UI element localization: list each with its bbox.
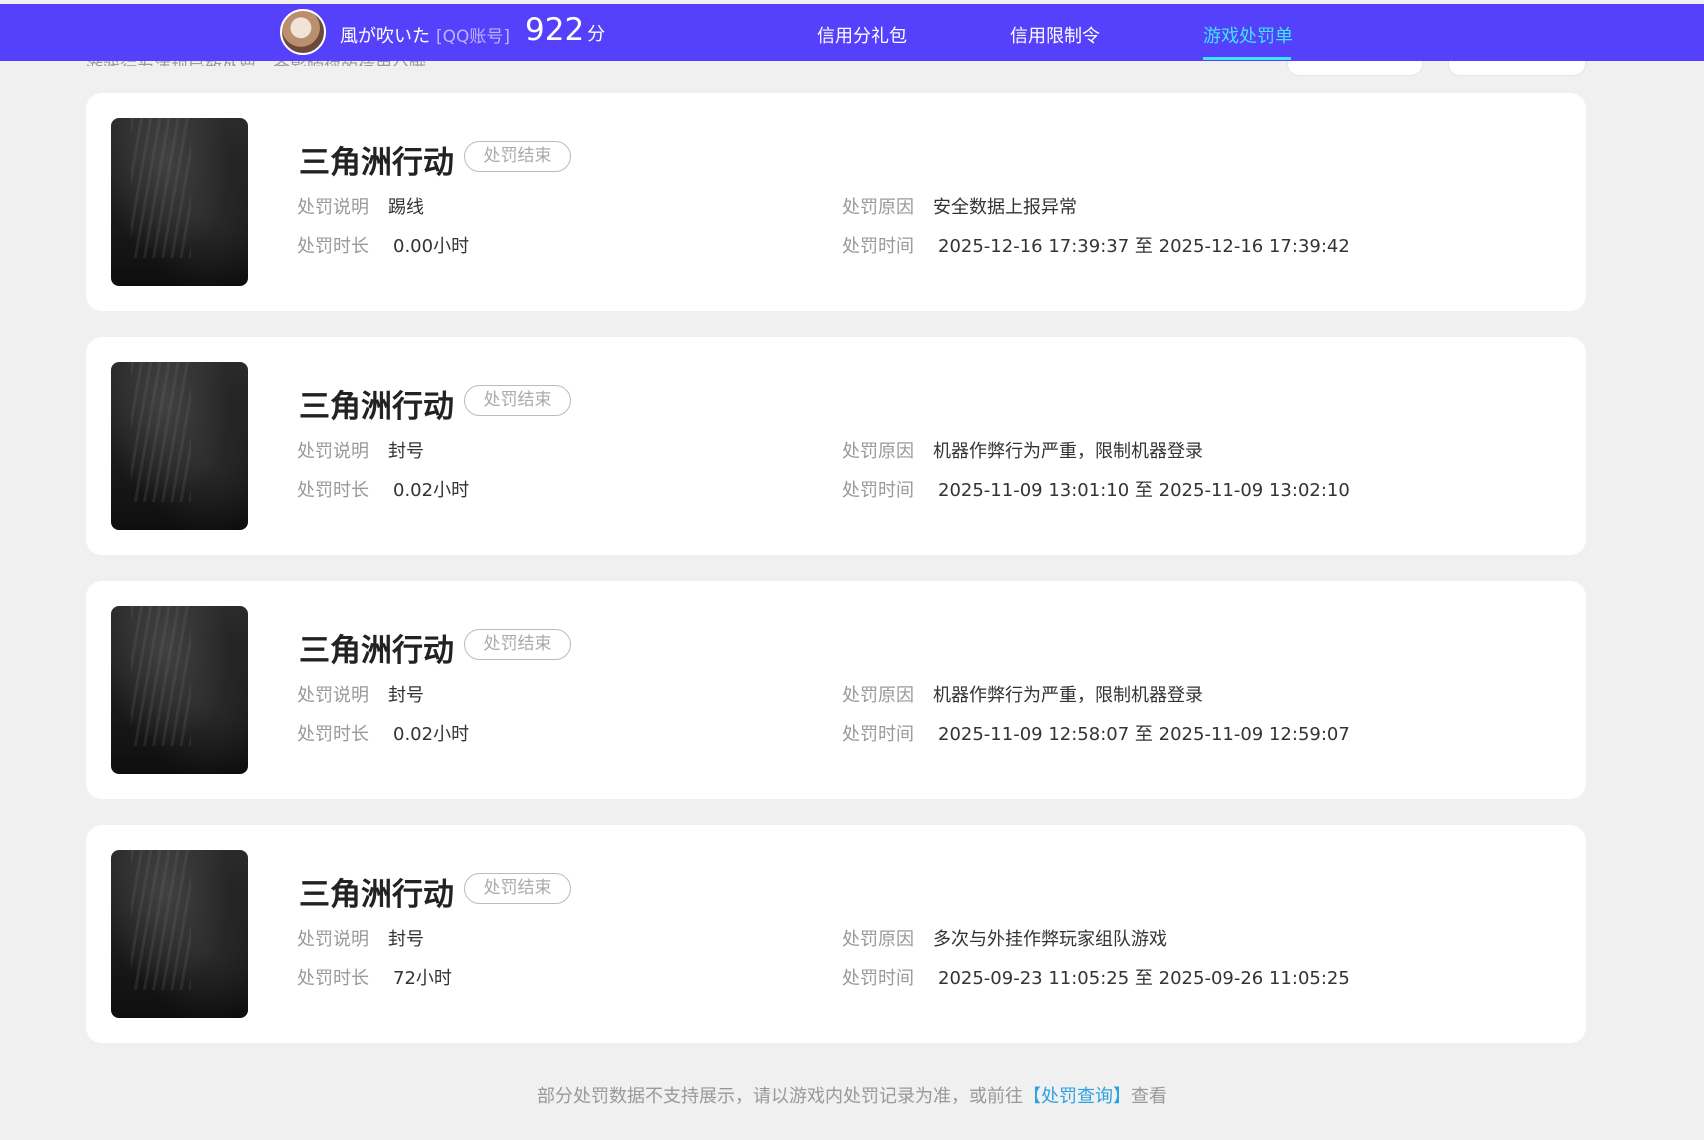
user-name: 風が吹いた [QQ账号] bbox=[340, 22, 510, 48]
penalty-start-time: 2025-11-09 12:58:07 bbox=[938, 724, 1130, 745]
time-separator: 至 bbox=[1134, 724, 1153, 745]
label-desc: 处罚说明 bbox=[297, 197, 369, 218]
label-duration: 处罚时长 bbox=[297, 480, 369, 501]
game-cover-image bbox=[111, 850, 248, 1018]
penalty-start-time: 2025-12-16 17:39:37 bbox=[938, 236, 1130, 257]
top-navigation-bar: 風が吹いた [QQ账号] 922 分 信用分礼包 信用限制令 游戏处罚单 bbox=[0, 4, 1704, 61]
penalty-desc: 封号 bbox=[388, 685, 424, 706]
penalty-query-link[interactable]: 【处罚查询】 bbox=[1023, 1086, 1131, 1107]
penalty-reason: 多次与外挂作弊玩家组队游戏 bbox=[933, 929, 1167, 950]
status-badge: 处罚结束 bbox=[464, 141, 571, 172]
label-desc: 处罚说明 bbox=[297, 929, 369, 950]
penalty-time: 2025-11-09 13:01:10 至 2025-11-09 13:02:1… bbox=[938, 476, 1350, 502]
penalty-duration: 0.02小时 bbox=[393, 480, 470, 501]
label-reason: 处罚原因 bbox=[842, 197, 914, 218]
time-separator: 至 bbox=[1134, 480, 1153, 501]
game-title: 三角洲行动 bbox=[299, 877, 454, 913]
label-desc: 处罚说明 bbox=[297, 441, 369, 462]
credit-score: 922 分 bbox=[525, 12, 605, 48]
penalty-start-time: 2025-09-23 11:05:25 bbox=[938, 968, 1130, 989]
status-badge: 处罚结束 bbox=[464, 873, 571, 904]
penalty-desc: 封号 bbox=[388, 441, 424, 462]
tab-credit-gift-pack[interactable]: 信用分礼包 bbox=[817, 22, 907, 48]
label-desc: 处罚说明 bbox=[297, 685, 369, 706]
penalty-time: 2025-09-23 11:05:25 至 2025-09-26 11:05:2… bbox=[938, 964, 1350, 990]
penalty-start-time: 2025-11-09 13:01:10 bbox=[938, 480, 1130, 501]
time-separator: 至 bbox=[1134, 968, 1153, 989]
game-cover-image bbox=[111, 606, 248, 774]
penalty-time: 2025-11-09 12:58:07 至 2025-11-09 12:59:0… bbox=[938, 720, 1350, 746]
penalty-duration: 0.00小时 bbox=[393, 236, 470, 257]
label-duration: 处罚时长 bbox=[297, 236, 369, 257]
penalty-reason: 安全数据上报异常 bbox=[933, 197, 1077, 218]
label-reason: 处罚原因 bbox=[842, 685, 914, 706]
label-reason: 处罚原因 bbox=[842, 441, 914, 462]
penalty-card: 三角洲行动 处罚结束 处罚说明 封号 处罚时长 0.02小时 处罚原因 机器作弊… bbox=[86, 581, 1586, 799]
penalty-end-time: 2025-09-26 11:05:25 bbox=[1158, 968, 1350, 989]
user-name-text: 風が吹いた bbox=[340, 26, 430, 47]
status-badge: 处罚结束 bbox=[464, 385, 571, 416]
tab-credit-restriction[interactable]: 信用限制令 bbox=[1010, 22, 1100, 48]
footer-text: 部分处罚数据不支持展示，请以游戏内处罚记录为准，或前往 bbox=[537, 1086, 1023, 1107]
penalty-end-time: 2025-11-09 13:02:10 bbox=[1158, 480, 1350, 501]
status-badge: 处罚结束 bbox=[464, 629, 571, 660]
account-type: [QQ账号] bbox=[436, 27, 511, 47]
penalty-end-time: 2025-11-09 12:59:07 bbox=[1158, 724, 1350, 745]
penalty-reason: 机器作弊行为严重，限制机器登录 bbox=[933, 441, 1203, 462]
label-time: 处罚时间 bbox=[842, 968, 914, 989]
game-cover-image bbox=[111, 118, 248, 286]
penalty-desc: 踢线 bbox=[388, 197, 424, 218]
label-reason: 处罚原因 bbox=[842, 929, 914, 950]
game-title: 三角洲行动 bbox=[299, 389, 454, 425]
time-separator: 至 bbox=[1134, 236, 1153, 257]
penalty-card: 三角洲行动 处罚结束 处罚说明 封号 处罚时长 0.02小时 处罚原因 机器作弊… bbox=[86, 337, 1586, 555]
game-title: 三角洲行动 bbox=[299, 145, 454, 181]
penalty-reason: 机器作弊行为严重，限制机器登录 bbox=[933, 685, 1203, 706]
penalty-duration: 72小时 bbox=[393, 968, 452, 989]
label-time: 处罚时间 bbox=[842, 480, 914, 501]
game-cover-image bbox=[111, 362, 248, 530]
credit-score-unit: 分 bbox=[587, 24, 606, 45]
penalty-duration: 0.02小时 bbox=[393, 724, 470, 745]
label-duration: 处罚时长 bbox=[297, 968, 369, 989]
footer-note: 部分处罚数据不支持展示，请以游戏内处罚记录为准，或前往【处罚查询】查看 bbox=[0, 1082, 1704, 1108]
penalty-card: 三角洲行动 处罚结束 处罚说明 踢线 处罚时长 0.00小时 处罚原因 安全数据… bbox=[86, 93, 1586, 311]
footer-text-end: 查看 bbox=[1131, 1086, 1167, 1107]
label-duration: 处罚时长 bbox=[297, 724, 369, 745]
penalty-end-time: 2025-12-16 17:39:42 bbox=[1158, 236, 1350, 257]
user-avatar[interactable] bbox=[280, 9, 326, 55]
active-tab-indicator bbox=[1203, 57, 1291, 60]
game-title: 三角洲行动 bbox=[299, 633, 454, 669]
credit-score-value: 922 bbox=[525, 12, 585, 48]
penalty-desc: 封号 bbox=[388, 929, 424, 950]
label-time: 处罚时间 bbox=[842, 236, 914, 257]
penalty-time: 2025-12-16 17:39:37 至 2025-12-16 17:39:4… bbox=[938, 232, 1350, 258]
tab-game-penalty[interactable]: 游戏处罚单 bbox=[1203, 22, 1293, 48]
label-time: 处罚时间 bbox=[842, 724, 914, 745]
penalty-card: 三角洲行动 处罚结束 处罚说明 封号 处罚时长 72小时 处罚原因 多次与外挂作… bbox=[86, 825, 1586, 1043]
